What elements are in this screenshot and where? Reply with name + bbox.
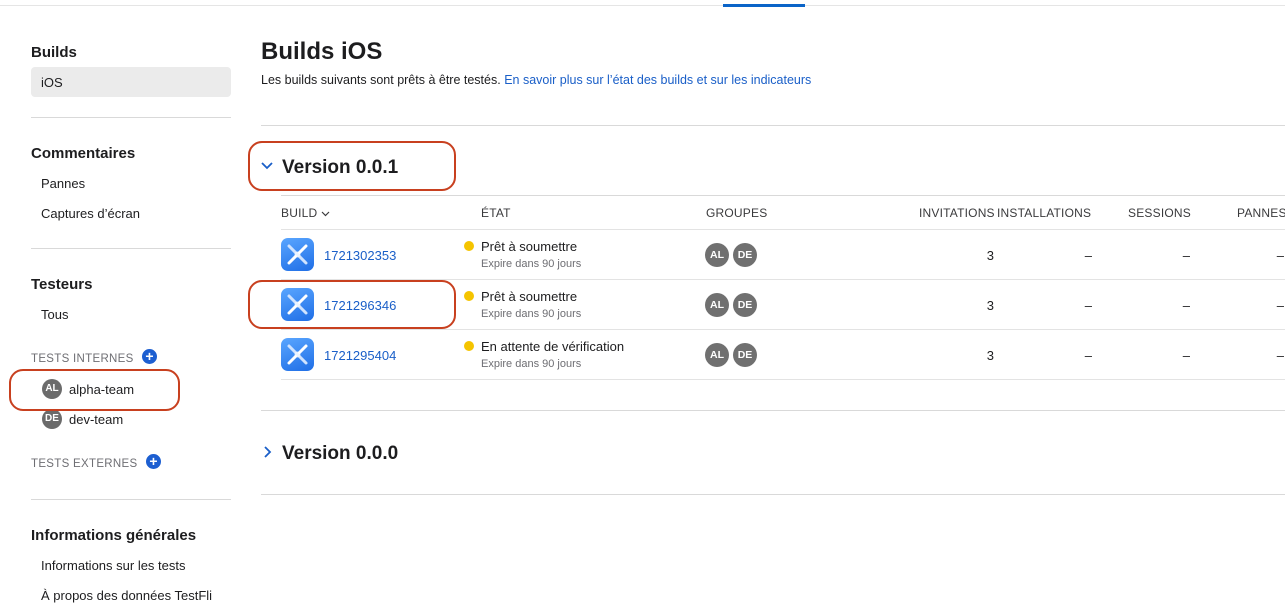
group-avatar-al[interactable]: AL [705,293,729,317]
section-divider [261,410,1285,411]
highlight-version-annotation [248,141,456,191]
sessions-count: – [1182,298,1190,313]
sidebar-divider [31,117,231,118]
page-title: Builds iOS [261,38,383,65]
column-header-state: ÉTAT [481,206,511,220]
status-dot-icon [464,241,474,251]
table-top-divider [281,195,1285,196]
sidebar-heading-feedback: Commentaires [31,145,136,162]
version-0-0-0-header[interactable]: Version 0.0.0 [282,443,398,465]
column-header-sessions: SESSIONS [1128,206,1191,220]
invitations-count: 3 [986,348,994,363]
installations-count: – [1084,348,1092,363]
sidebar-heading-testers: Testeurs [31,276,93,293]
group-avatar-de[interactable]: DE [733,293,757,317]
active-tab-indicator [723,4,805,7]
status-dot-icon [464,291,474,301]
section-divider [261,125,1285,126]
invitations-count: 3 [986,248,994,263]
sidebar-divider [31,499,231,500]
column-header-crashes: PANNES [1237,206,1285,220]
crashes-count: – [1276,248,1284,263]
row-divider [281,329,1285,330]
column-header-invitations: INVITATIONS [919,206,995,220]
plus-icon: + [149,453,158,469]
section-divider [261,494,1285,495]
xcode-app-icon [281,238,314,271]
external-tests-caption: TESTS EXTERNES [31,458,138,470]
sessions-count: – [1182,248,1190,263]
sidebar-item-about-data[interactable]: À propos des données TestFli [41,588,231,603]
sort-chevron-icon [321,211,330,217]
build-number-link[interactable]: 1721302353 [324,248,396,263]
subtitle-text: Les builds suivants sont prêts à être te… [261,73,501,87]
sidebar-divider [31,248,231,249]
status-dot-icon [464,341,474,351]
column-header-build[interactable]: BUILD [281,206,330,220]
sidebar-item-ios[interactable]: iOS [41,75,63,90]
crashes-count: – [1276,298,1284,313]
xcode-app-icon [281,338,314,371]
learn-more-link[interactable]: En savoir plus sur l’état des builds et … [504,73,811,87]
invitations-count: 3 [986,298,994,313]
column-header-groups: GROUPES [706,206,768,220]
build-number-link[interactable]: 1721295404 [324,348,396,363]
group-avatar-de[interactable]: DE [733,343,757,367]
sidebar-item-crashes[interactable]: Pannes [41,176,85,191]
sidebar-item-dev-team[interactable]: dev-team [69,412,123,427]
build-status: Prêt à soumettre [481,289,578,304]
row-divider [281,379,1285,380]
group-avatar-al[interactable]: AL [705,343,729,367]
build-expiry: Expire dans 90 jours [481,258,582,270]
column-header-installations: INSTALLATIONS [997,206,1092,220]
sidebar-item-test-info[interactable]: Informations sur les tests [41,558,186,573]
sidebar-heading-builds: Builds [31,44,77,61]
sidebar-heading-general: Informations générales [31,527,197,544]
installations-count: – [1084,248,1092,263]
chevron-right-icon[interactable] [260,445,274,464]
plus-icon: + [145,348,154,364]
highlight-build-annotation [248,280,456,329]
add-internal-group-button[interactable]: + [142,349,157,364]
top-divider [0,5,1285,6]
row-divider [281,229,1285,230]
group-avatar-de[interactable]: DE [733,243,757,267]
column-header-build-label: BUILD [281,206,318,220]
installations-count: – [1084,298,1092,313]
internal-tests-caption: TESTS INTERNES [31,353,134,365]
add-external-group-button[interactable]: + [146,454,161,469]
sessions-count: – [1182,348,1190,363]
group-avatar-al[interactable]: AL [705,243,729,267]
crashes-count: – [1276,348,1284,363]
page-subtitle: Les builds suivants sont prêts à être te… [261,73,811,87]
sidebar-item-screenshots[interactable]: Captures d’écran [41,206,140,221]
build-status: Prêt à soumettre [481,239,578,254]
build-expiry: Expire dans 90 jours [481,358,582,370]
build-expiry: Expire dans 90 jours [481,308,582,320]
highlight-group-annotation [9,369,180,411]
group-avatar: DE [42,409,62,429]
build-status: En attente de vérification [481,339,625,354]
sidebar-item-all-testers[interactable]: Tous [41,307,68,322]
